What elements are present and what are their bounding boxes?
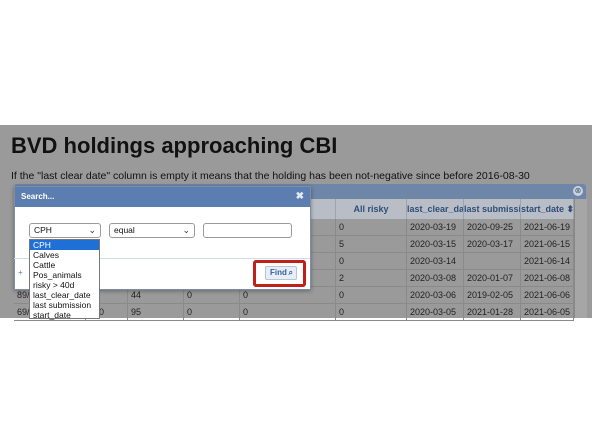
search-field-dropdown: CPH Calves Cattle Pos_animals risky > 40… <box>29 239 100 320</box>
table-cell: 2020-03-19 <box>407 219 464 235</box>
magnifier-icon: ⌕ <box>288 268 293 277</box>
dropdown-option-risky-40d[interactable]: risky > 40d <box>30 280 99 290</box>
table-cell: 2021-06-15 <box>521 236 574 252</box>
dropdown-option-last-clear-date[interactable]: last_clear_date <box>30 290 99 300</box>
search-operator-select-value: equal <box>114 225 135 235</box>
close-icon[interactable]: ✖ <box>296 187 304 207</box>
chevron-down-icon: ⌄ <box>182 225 190 235</box>
table-cell: 0 <box>240 304 336 320</box>
search-field-select-value: CPH <box>34 225 52 235</box>
find-button-label: Find <box>270 268 287 277</box>
dropdown-option-last-submission[interactable]: last submission <box>30 300 99 310</box>
table-cell: 2020-03-08 <box>407 270 464 286</box>
table-cell: 2021-06-06 <box>521 287 574 303</box>
table-cell: 95 <box>128 304 184 320</box>
top-background <box>0 0 592 125</box>
search-field-select[interactable]: CPH ⌄ <box>29 223 101 238</box>
page: BVD holdings approaching CBI If the "las… <box>0 0 592 444</box>
page-title: BVD holdings approaching CBI <box>11 133 338 158</box>
dropdown-option-start-date[interactable]: start_date <box>30 310 99 320</box>
dropdown-option-calves[interactable]: Calves <box>30 250 99 260</box>
table-cell: 2020-03-17 <box>464 236 521 252</box>
table-cell: 0 <box>336 304 407 320</box>
column-header-all-risky[interactable]: All risky <box>336 199 407 219</box>
search-value-input[interactable] <box>203 223 292 238</box>
dropdown-option-pos-animals[interactable]: Pos_animals <box>30 270 99 280</box>
table-cell: 2020-09-25 <box>464 219 521 235</box>
dropdown-option-cattle[interactable]: Cattle <box>30 260 99 270</box>
table-cell: 2020-03-15 <box>407 236 464 252</box>
table-cell: 5 <box>336 236 407 252</box>
add-rule-icon[interactable]: + <box>18 268 23 277</box>
grid-close-icon[interactable]: ⊗ <box>573 186 583 196</box>
search-dialog-title-bar[interactable]: Search... ✖ <box>15 187 310 207</box>
table-cell: 0 <box>184 304 240 320</box>
table-cell: 2020-03-06 <box>407 287 464 303</box>
table-cell: 2021-06-05 <box>521 304 574 320</box>
table-cell: 0 <box>336 253 407 269</box>
table-cell: 2021-06-14 <box>521 253 574 269</box>
column-header-last-submission[interactable]: last submissio <box>464 199 521 219</box>
table-cell: 2021-01-28 <box>464 304 521 320</box>
table-cell: 2020-03-05 <box>407 304 464 320</box>
table-cell <box>464 253 521 269</box>
table-cell: 0 <box>336 219 407 235</box>
table-cell: 2 <box>336 270 407 286</box>
dropdown-option-cph[interactable]: CPH <box>30 240 99 250</box>
bottom-background <box>0 318 592 444</box>
find-button[interactable]: Find ⌕ <box>265 266 297 280</box>
column-header-last-clear-date[interactable]: last_clear_dat <box>407 199 464 219</box>
table-cell: 2021-06-19 <box>521 219 574 235</box>
search-operator-select[interactable]: equal ⌄ <box>109 223 195 238</box>
chevron-down-icon: ⌄ <box>88 225 96 235</box>
table-cell: 2019-02-05 <box>464 287 521 303</box>
grid-vertical-scrollbar[interactable] <box>574 199 587 318</box>
page-subtitle: If the "last clear date" column is empty… <box>11 170 530 182</box>
table-cell: 2020-03-14 <box>407 253 464 269</box>
table-cell: 2020-01-07 <box>464 270 521 286</box>
search-dialog-title: Search... <box>21 192 55 201</box>
table-cell: 2021-06-08 <box>521 270 574 286</box>
table-cell: 0 <box>336 287 407 303</box>
column-header-start-date[interactable]: start_date ⬍ <box>521 199 574 219</box>
